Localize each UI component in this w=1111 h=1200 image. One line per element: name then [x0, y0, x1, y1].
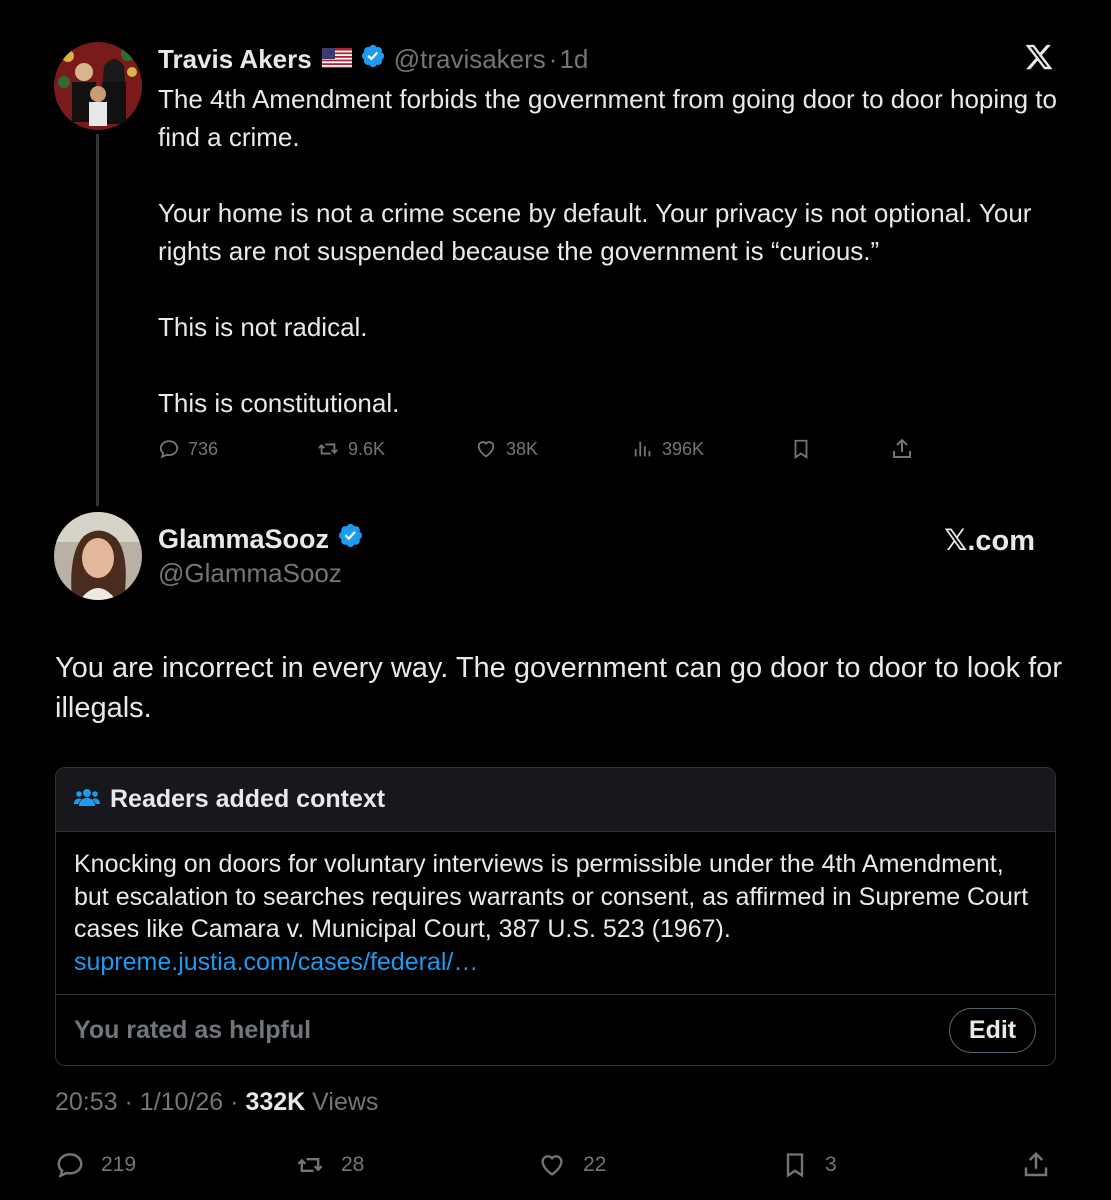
bookmark-icon	[794, 439, 808, 459]
share-icon	[893, 438, 911, 458]
rating-status: You rated as helpful	[74, 1016, 312, 1044]
bookmark-button[interactable]: 3	[781, 1148, 837, 1182]
community-note: Readers added context Knocking on doors …	[55, 767, 1056, 1066]
reply-button[interactable]: 736	[158, 434, 218, 464]
avatar-travis-akers[interactable]	[54, 42, 142, 130]
reply-name-row: GlammaSooz	[158, 522, 364, 556]
analytics-icon	[634, 441, 651, 457]
like-button[interactable]: 38K	[474, 434, 538, 464]
reply-button[interactable]: 219	[55, 1148, 136, 1182]
community-note-text: Knocking on doors for voluntary intervie…	[74, 850, 1029, 943]
total-views-count: 332K	[245, 1088, 306, 1116]
reply-tweet-actions: 219 28 22 3	[55, 1148, 1055, 1182]
community-note-link[interactable]: supreme.justia.com/cases/federal/…	[74, 948, 478, 976]
community-note-body: Knocking on doors for voluntary intervie…	[74, 848, 1034, 978]
repost-icon	[297, 1158, 323, 1172]
views-label: Views	[312, 1088, 379, 1116]
parent-tweet-header: Travis Akers @travisakers · 1d	[158, 42, 588, 76]
separator-dot: ·	[548, 43, 558, 74]
handle[interactable]: @GlammaSooz	[158, 558, 342, 589]
reply-count: 736	[188, 438, 219, 459]
like-button[interactable]: 22	[537, 1148, 606, 1182]
xcom-logo: 𝕏.com	[944, 524, 1036, 557]
tweet-time[interactable]: 20:53	[55, 1088, 118, 1116]
views-button[interactable]: 396K	[632, 434, 704, 464]
tweet-meta: 20:53 · 1/10/26 · 332K Views	[55, 1088, 378, 1117]
views-count: 396K	[662, 438, 705, 459]
verified-badge-icon	[360, 43, 386, 76]
avatar-glammasooz[interactable]	[54, 512, 142, 600]
divider	[56, 994, 1055, 995]
heart-icon	[541, 1155, 563, 1176]
people-icon	[74, 786, 100, 813]
community-note-header[interactable]: Readers added context	[56, 768, 1055, 832]
bookmark-count: 3	[825, 1153, 837, 1176]
separator-dot: ·	[124, 1088, 133, 1116]
repost-count: 28	[341, 1153, 365, 1176]
repost-button[interactable]: 28	[295, 1148, 364, 1182]
separator-dot: ·	[230, 1088, 239, 1116]
share-icon	[1024, 1151, 1048, 1177]
parent-tweet-text: The 4th Amendment forbids the government…	[158, 84, 1057, 418]
verified-badge-icon	[337, 522, 364, 556]
us-flag-icon	[321, 44, 352, 75]
like-count: 22	[583, 1153, 607, 1176]
edit-rating-button[interactable]: Edit	[949, 1008, 1036, 1053]
handle[interactable]: @travisakers	[394, 44, 546, 75]
tweet-date[interactable]: 1/10/26	[140, 1088, 223, 1116]
like-count: 38K	[506, 438, 539, 459]
thread-connector-line	[96, 134, 99, 506]
tweet-age[interactable]: 1d	[559, 44, 588, 75]
display-name[interactable]: Travis Akers	[158, 44, 312, 75]
repost-icon	[318, 443, 338, 455]
bookmark-button[interactable]	[790, 434, 820, 464]
parent-tweet-actions: 736 9.6K 38K 396K	[158, 434, 918, 464]
reply-count: 219	[101, 1153, 137, 1176]
reply-tweet-text: You are incorrect in every way. The gove…	[55, 652, 1062, 724]
x-logo-icon[interactable]	[1024, 42, 1054, 72]
heart-icon	[477, 441, 495, 458]
share-button[interactable]	[890, 434, 922, 464]
share-button[interactable]	[1021, 1148, 1067, 1182]
reply-icon	[159, 440, 179, 459]
repost-count: 9.6K	[348, 438, 386, 459]
community-note-title: Readers added context	[110, 785, 386, 813]
bookmark-icon	[786, 1153, 804, 1178]
display-name[interactable]: GlammaSooz	[158, 524, 329, 555]
repost-button[interactable]: 9.6K	[316, 434, 385, 464]
reply-icon	[57, 1153, 83, 1178]
